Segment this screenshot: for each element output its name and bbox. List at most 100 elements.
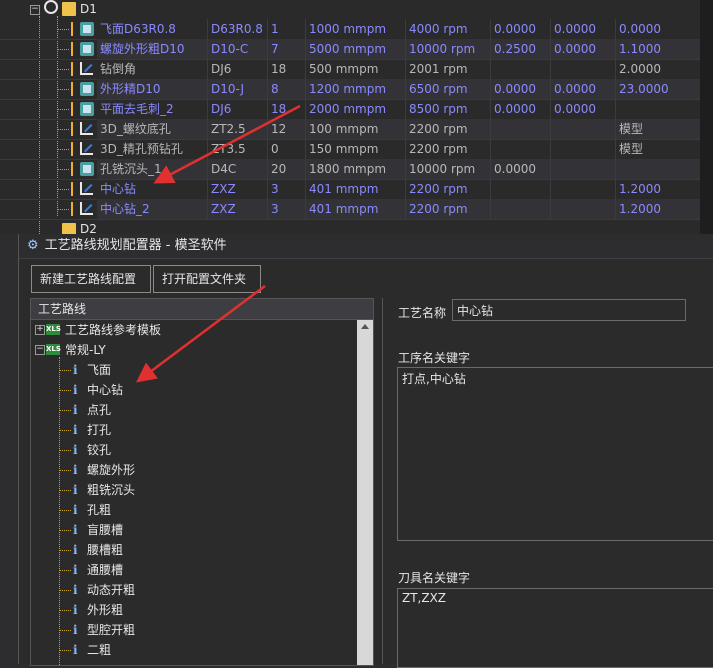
route-tree: 工艺路线 + XLS 工艺路线参考模板 − XLS 常规-LY i 飞面 i 中心钻 i… bbox=[30, 298, 374, 666]
tree-item-label: 点孔 bbox=[87, 403, 112, 417]
operation-row[interactable]: 飞面D63R0.8 D63R0.8 1 1000 mmpm 4000 rpm 0.0000… bbox=[0, 19, 700, 40]
status-tick-icon bbox=[71, 42, 73, 56]
cell-speed: 2001 rpm bbox=[405, 59, 490, 79]
mill-operation-icon bbox=[80, 22, 94, 36]
tree-item-label: 外形粗 bbox=[87, 603, 124, 617]
operation-row[interactable]: 中心钻_2 ZXZ 3 401 mmpm 2200 rpm 1.2000 bbox=[0, 199, 700, 220]
cell-name: 外形精D10 bbox=[97, 79, 207, 99]
info-icon: i bbox=[73, 503, 78, 517]
cell-feed: 401 mmpm bbox=[305, 199, 405, 219]
group-d2-label: D2 bbox=[80, 222, 97, 234]
op-keyword-textarea[interactable]: 打点,中心钻 bbox=[397, 367, 713, 541]
cell-num: 8 bbox=[267, 79, 305, 99]
folder-icon bbox=[62, 2, 76, 16]
cell-name: 平面去毛刺_2 bbox=[100, 102, 174, 116]
cell-speed: 2200 rpm bbox=[405, 139, 490, 159]
open-config-folder-button[interactable]: 打开配置文件夹 bbox=[153, 265, 261, 293]
op-keyword-label: 工序名关键字 bbox=[398, 351, 471, 365]
operation-row[interactable]: 3D_螺纹底孔 ZT2.5 12 100 mmpm 2200 rpm 模型 bbox=[0, 119, 700, 140]
cell-num: 12 bbox=[267, 119, 305, 139]
tree-item-label: 飞面 bbox=[87, 363, 112, 377]
cell-v2: 0.0000 bbox=[550, 99, 615, 119]
tree-header: 工艺路线 bbox=[31, 299, 373, 320]
collapse-toggle[interactable]: − bbox=[35, 345, 45, 355]
cell-tool: DJ6 bbox=[207, 59, 267, 79]
collapse-toggle[interactable]: − bbox=[30, 5, 40, 15]
info-icon: i bbox=[73, 603, 78, 617]
disabled-icon bbox=[44, 0, 58, 14]
tree-node-label: 工艺路线参考模板 bbox=[65, 323, 162, 337]
cell-tool: D10-J bbox=[207, 79, 267, 99]
tree-node-label: 常规-LY bbox=[65, 343, 106, 357]
status-tick-icon bbox=[71, 22, 73, 36]
tree-line bbox=[57, 209, 69, 210]
cell-v1: 0.0000 bbox=[490, 79, 550, 99]
cell-tool: ZXZ bbox=[207, 179, 267, 199]
cell-name: 螺旋外形粗D10 bbox=[97, 39, 207, 59]
mill-operation-icon bbox=[80, 42, 94, 56]
cell-v3: 0.0000 bbox=[615, 19, 700, 39]
cell-speed: 4000 rpm bbox=[405, 19, 490, 39]
dialog-title: 工艺路线规划配置器 - 模圣软件 bbox=[44, 238, 227, 253]
cell-num: 18 bbox=[267, 99, 305, 119]
cell-speed: 2200 rpm bbox=[405, 199, 490, 219]
tree-line bbox=[57, 189, 69, 190]
cell-v2 bbox=[550, 119, 615, 139]
cell-num: 0 bbox=[267, 139, 305, 159]
cell-v1 bbox=[490, 119, 550, 139]
drill-operation-icon bbox=[80, 202, 93, 215]
operation-row[interactable]: 中心钻 ZXZ 3 401 mmpm 2200 rpm 1.2000 bbox=[0, 179, 700, 200]
cell-v3: 23.0000 bbox=[615, 79, 700, 99]
cell-num: 3 bbox=[267, 199, 305, 219]
operation-row[interactable]: 孔铣沉头_1 D4C 20 1800 mmpm 10000 rpm 0.0000 bbox=[0, 159, 700, 180]
mill-operation-icon bbox=[80, 102, 94, 116]
cell-v1: 0.0000 bbox=[490, 159, 550, 179]
scroll-up-arrow-icon[interactable] bbox=[361, 324, 369, 329]
process-name-input[interactable]: 中心钻 bbox=[452, 299, 686, 321]
info-icon: i bbox=[73, 623, 78, 637]
tree-item-label: 盲腰槽 bbox=[87, 523, 124, 537]
operation-row[interactable]: 钻倒角 DJ6 18 500 mmpm 2001 rpm 2.0000 bbox=[0, 59, 700, 80]
cell-v2 bbox=[550, 159, 615, 179]
status-tick-icon bbox=[71, 142, 73, 156]
tree-line bbox=[57, 169, 69, 170]
tool-keyword-label: 刀具名关键字 bbox=[398, 571, 471, 585]
tree-item-label: 动态开粗 bbox=[87, 583, 136, 597]
info-icon: i bbox=[73, 543, 78, 557]
tree-line bbox=[57, 149, 69, 150]
cell-v3: 1.1000 bbox=[615, 39, 700, 59]
drill-operation-icon bbox=[80, 62, 93, 75]
expand-toggle[interactable]: + bbox=[35, 325, 45, 335]
cell-tool: ZT3.5 bbox=[207, 139, 267, 159]
cell-num: 18 bbox=[267, 59, 305, 79]
tree-line bbox=[57, 49, 69, 50]
cell-num: 1 bbox=[267, 19, 305, 39]
tree-scrollbar[interactable] bbox=[357, 320, 373, 665]
tree-item-label: 孔粗 bbox=[87, 503, 112, 517]
process-name-label: 工艺名称 bbox=[398, 306, 447, 320]
operation-row[interactable]: 平面去毛刺_2 DJ6 18 2000 mmpm 8500 rpm 0.0000 0.000… bbox=[0, 99, 700, 120]
operation-row[interactable]: 外形精D10 D10-J 8 1200 mmpm 6500 rpm 0.0000 0.000… bbox=[0, 79, 700, 100]
tree-item-label: 打孔 bbox=[87, 423, 112, 437]
operation-row[interactable]: 3D_精孔预钻孔 ZT3.5 0 150 mmpm 2200 rpm 模型 bbox=[0, 139, 700, 160]
detail-panel: 工艺名称 中心钻 工序名关键字 打点,中心钻 刀具名关键字 ZT,ZXZ bbox=[382, 298, 713, 668]
cell-v3: 2.0000 bbox=[615, 59, 700, 79]
tree-line bbox=[57, 109, 69, 110]
info-icon: i bbox=[73, 523, 78, 537]
cell-v3 bbox=[615, 159, 700, 179]
gear-icon: ⚙ bbox=[27, 238, 39, 253]
cell-num: 20 bbox=[267, 159, 305, 179]
tree-line bbox=[57, 29, 69, 30]
operation-row[interactable]: 螺旋外形粗D10 D10-C 7 5000 mmpm 10000 rpm 0.2500 0.… bbox=[0, 39, 700, 60]
cell-tool: D63R0.8 bbox=[207, 19, 267, 39]
status-tick-icon bbox=[71, 122, 73, 136]
tool-keyword-textarea[interactable]: ZT,ZXZ bbox=[397, 588, 713, 668]
cell-num: 3 bbox=[267, 179, 305, 199]
cell-name: 中心钻 bbox=[100, 182, 137, 196]
cell-name: 3D_精孔预钻孔 bbox=[100, 142, 183, 156]
tree-item-label: 中心钻 bbox=[87, 383, 124, 397]
info-icon: i bbox=[73, 583, 78, 597]
tree-item-label: 粗铣沉头 bbox=[87, 483, 136, 497]
new-route-config-button[interactable]: 新建工艺路线配置 bbox=[31, 265, 151, 293]
info-icon: i bbox=[73, 443, 78, 457]
